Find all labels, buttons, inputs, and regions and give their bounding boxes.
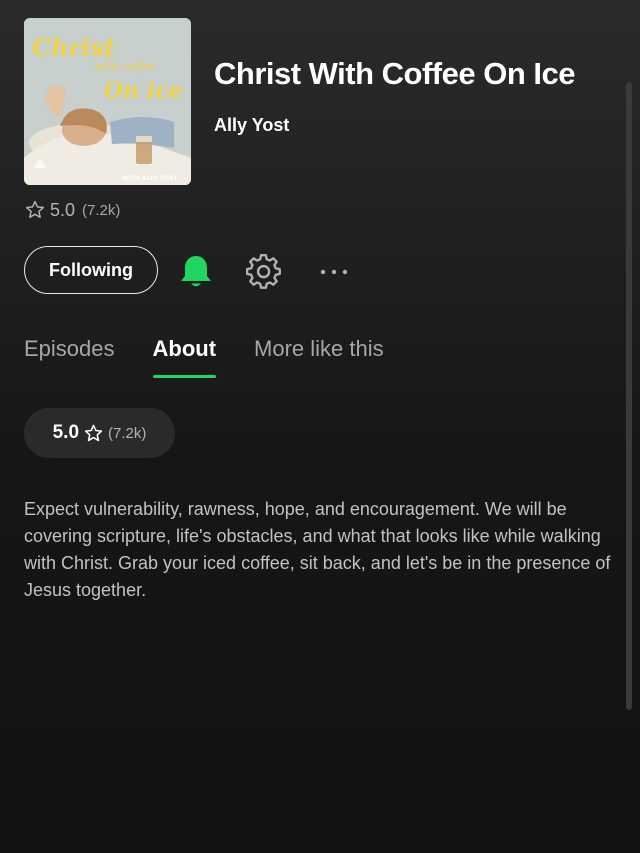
cover-illustration: Christ with coffee On ice WITH ALLY YOST — [24, 18, 191, 185]
podcast-cover-art: Christ with coffee On ice WITH ALLY YOST — [24, 18, 191, 185]
tab-more-like-this[interactable]: More like this — [254, 336, 384, 378]
star-outline-icon — [84, 424, 103, 441]
notifications-button[interactable] — [176, 252, 216, 292]
star-outline-icon — [26, 200, 44, 218]
rating-value: 5.0 — [50, 199, 76, 220]
tab-bar: Episodes About More like this — [24, 336, 384, 378]
more-options-button[interactable] — [314, 252, 354, 292]
about-rating-count: (7.2k) — [108, 424, 147, 442]
about-rating-value: 5.0 — [52, 422, 80, 443]
tab-about[interactable]: About — [152, 336, 216, 378]
rate-show-button[interactable]: 5.0 (7.2k) — [24, 408, 175, 458]
cover-title-text: Christ — [32, 33, 115, 62]
following-button[interactable]: Following — [24, 246, 158, 294]
podcast-description: Expect vulnerability, rawness, hope, and… — [24, 499, 611, 600]
more-dots-icon — [320, 269, 348, 275]
settings-button[interactable] — [244, 252, 284, 292]
bell-icon — [181, 256, 211, 287]
cover-footer-text: WITH ALLY YOST — [122, 175, 178, 182]
podcast-title: Christ With Coffee On Ice — [214, 56, 575, 91]
podcast-author[interactable]: Ally Yost — [214, 115, 289, 136]
podcast-page: Christ with coffee On ice WITH ALLY YOST… — [0, 0, 640, 853]
rating-summary[interactable]: 5.0 (7.2k) — [24, 199, 120, 221]
cover-subtitle-text: with coffee — [94, 60, 156, 73]
cover-title-text-2: On ice — [104, 78, 183, 104]
rating-count: (7.2k) — [82, 201, 121, 219]
gear-icon — [246, 254, 281, 289]
scrollbar[interactable] — [626, 82, 632, 710]
tab-episodes[interactable]: Episodes — [24, 336, 115, 378]
